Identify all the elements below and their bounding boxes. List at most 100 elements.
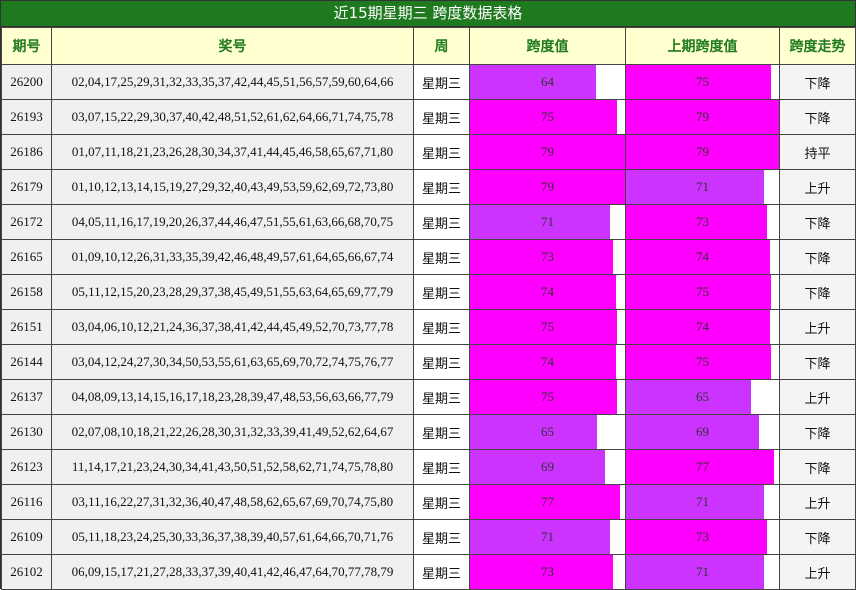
prev-span-value: 71 [696, 494, 709, 509]
span-bar-cell: 64 [469, 64, 626, 100]
prev-span-value: 73 [696, 214, 709, 229]
span-value: 73 [541, 564, 554, 579]
span-bar [470, 450, 605, 484]
table-body: 26200 02,04,17,25,29,31,32,33,35,37,42,44… [1, 64, 856, 590]
prev-span-bar-cell: 75 [625, 274, 780, 310]
period-cell: 26137 [1, 379, 52, 415]
span-value: 79 [541, 144, 554, 159]
span-value: 71 [541, 529, 554, 544]
table-row: 26179 01,10,12,13,14,15,19,27,29,32,40,43… [1, 169, 856, 205]
prev-span-bar [626, 555, 764, 589]
period-cell: 26179 [1, 169, 52, 205]
table-row: 26116 03,11,16,22,27,31,32,36,40,47,48,58… [1, 484, 856, 520]
span-bar-cell: 74 [469, 274, 626, 310]
week-cell: 星期三 [413, 169, 470, 205]
span-bar-cell: 69 [469, 449, 626, 485]
period-cell: 26151 [1, 309, 52, 345]
period-cell: 26116 [1, 484, 52, 520]
prev-span-bar-cell: 73 [625, 204, 780, 240]
numbers-cell: 04,08,09,13,14,15,16,17,18,23,28,39,47,4… [51, 379, 414, 415]
week-cell: 星期三 [413, 554, 470, 590]
span-bar-cell: 73 [469, 239, 626, 275]
week-cell: 星期三 [413, 484, 470, 520]
prev-span-value: 73 [696, 529, 709, 544]
prev-span-bar-cell: 75 [625, 344, 780, 380]
span-value: 74 [541, 284, 554, 299]
numbers-cell: 02,04,17,25,29,31,32,33,35,37,42,44,45,5… [51, 64, 414, 100]
trend-cell: 下降 [779, 414, 856, 450]
prev-span-value: 71 [696, 179, 709, 194]
period-cell: 26193 [1, 99, 52, 135]
prev-span-bar-cell: 75 [625, 64, 780, 100]
week-cell: 星期三 [413, 99, 470, 135]
prev-span-value: 65 [696, 389, 709, 404]
week-cell: 星期三 [413, 64, 470, 100]
prev-span-value: 79 [696, 109, 709, 124]
trend-cell: 下降 [779, 519, 856, 555]
week-cell: 星期三 [413, 239, 470, 275]
prev-span-bar-cell: 65 [625, 379, 780, 415]
trend-cell: 上升 [779, 554, 856, 590]
week-cell: 星期三 [413, 134, 470, 170]
trend-cell: 下降 [779, 449, 856, 485]
prev-span-value: 74 [696, 249, 709, 264]
span-bar-cell: 71 [469, 204, 626, 240]
prev-span-bar [626, 485, 764, 519]
trend-cell: 下降 [779, 99, 856, 135]
numbers-cell: 03,04,12,24,27,30,34,50,53,55,61,63,65,6… [51, 344, 414, 380]
numbers-cell: 03,11,16,22,27,31,32,36,40,47,48,58,62,6… [51, 484, 414, 520]
span-bar-cell: 75 [469, 99, 626, 135]
period-cell: 26130 [1, 414, 52, 450]
span-value: 79 [541, 179, 554, 194]
header-week: 周 [413, 27, 470, 65]
prev-span-value: 75 [696, 74, 709, 89]
trend-cell: 下降 [779, 239, 856, 275]
period-cell: 26109 [1, 519, 52, 555]
table-row: 26144 03,04,12,24,27,30,34,50,53,55,61,63… [1, 344, 856, 380]
week-cell: 星期三 [413, 449, 470, 485]
trend-cell: 上升 [779, 484, 856, 520]
trend-cell: 持平 [779, 134, 856, 170]
table-row: 26137 04,08,09,13,14,15,16,17,18,23,28,39… [1, 379, 856, 415]
span-bar-cell: 75 [469, 379, 626, 415]
table-row: 26102 06,09,15,17,21,27,28,33,37,39,40,41… [1, 554, 856, 590]
numbers-cell: 04,05,11,16,17,19,20,26,37,44,46,47,51,5… [51, 204, 414, 240]
trend-cell: 上升 [779, 169, 856, 205]
numbers-cell: 11,14,17,21,23,24,30,34,41,43,50,51,52,5… [51, 449, 414, 485]
span-bar-cell: 71 [469, 519, 626, 555]
numbers-cell: 06,09,15,17,21,27,28,33,37,39,40,41,42,4… [51, 554, 414, 590]
table-row: 26109 05,11,18,23,24,25,30,33,36,37,38,39… [1, 519, 856, 555]
prev-span-value: 79 [696, 144, 709, 159]
span-value: 75 [541, 109, 554, 124]
week-cell: 星期三 [413, 309, 470, 345]
header-trend: 跨度走势 [779, 27, 856, 65]
span-bar-cell: 79 [469, 134, 626, 170]
prev-span-value: 69 [696, 424, 709, 439]
span-value: 73 [541, 249, 554, 264]
week-cell: 星期三 [413, 274, 470, 310]
span-bar [470, 520, 610, 554]
prev-span-value: 71 [696, 564, 709, 579]
table-row: 26200 02,04,17,25,29,31,32,33,35,37,42,44… [1, 64, 856, 100]
period-cell: 26200 [1, 64, 52, 100]
table-row: 26130 02,07,08,10,18,21,22,26,28,30,31,32… [1, 414, 856, 450]
prev-span-bar-cell: 71 [625, 484, 780, 520]
span-bar-cell: 65 [469, 414, 626, 450]
span-value: 65 [541, 424, 554, 439]
span-bar-cell: 74 [469, 344, 626, 380]
trend-cell: 下降 [779, 204, 856, 240]
prev-span-bar-cell: 79 [625, 99, 780, 135]
week-cell: 星期三 [413, 519, 470, 555]
prev-span-bar-cell: 79 [625, 134, 780, 170]
period-cell: 26102 [1, 554, 52, 590]
span-value: 77 [541, 494, 554, 509]
numbers-cell: 01,10,12,13,14,15,19,27,29,32,40,43,49,5… [51, 169, 414, 205]
trend-cell: 上升 [779, 309, 856, 345]
prev-span-bar [626, 415, 760, 449]
span-value: 64 [541, 74, 554, 89]
table-row: 26151 03,04,06,10,12,21,24,36,37,38,41,42… [1, 309, 856, 345]
span-value: 71 [541, 214, 554, 229]
prev-span-bar-cell: 73 [625, 519, 780, 555]
header-span: 跨度值 [469, 27, 626, 65]
period-cell: 26123 [1, 449, 52, 485]
